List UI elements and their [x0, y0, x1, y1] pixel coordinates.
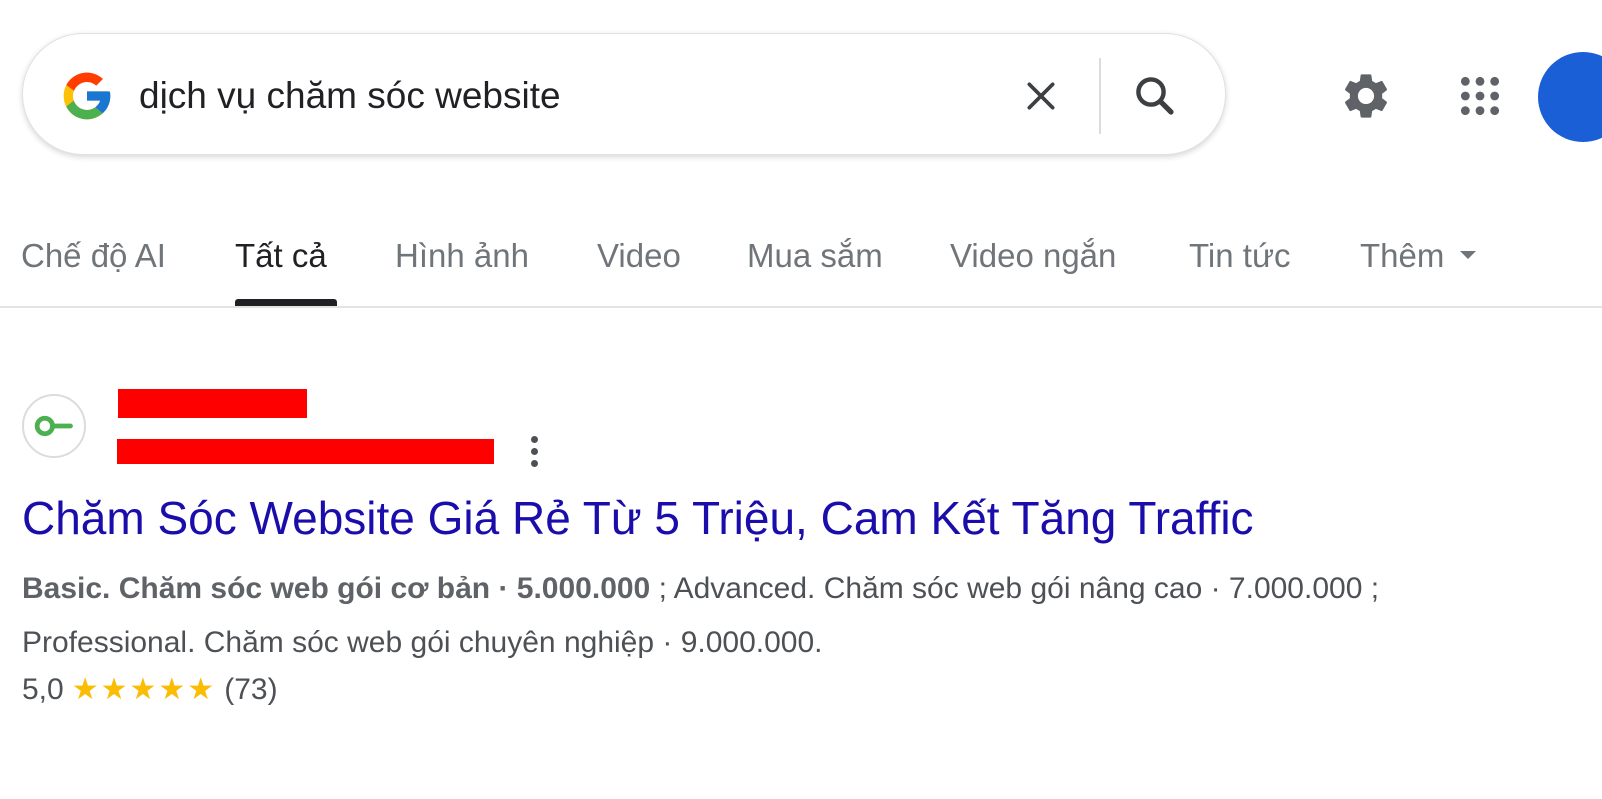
- result-options-button[interactable]: [522, 432, 546, 470]
- gear-icon: [1344, 74, 1388, 118]
- settings-button[interactable]: [1336, 66, 1396, 126]
- tab-shopping[interactable]: Mua sắm: [747, 234, 883, 278]
- snippet-line-2: Professional. Chăm sóc web gói chuyên ng…: [22, 626, 823, 659]
- rating-value: 5,0: [22, 673, 64, 706]
- tab-short-videos[interactable]: Video ngắn: [950, 234, 1116, 278]
- google-g-icon: [63, 72, 111, 120]
- search-divider: [1099, 58, 1101, 134]
- rating-stars: ★★★★★: [71, 672, 217, 707]
- search-icon: [1136, 77, 1174, 115]
- more-vert-dot: [530, 459, 538, 467]
- tab-images[interactable]: Hình ảnh: [395, 234, 529, 278]
- search-button[interactable]: [1127, 68, 1183, 124]
- tab-videos[interactable]: Video: [597, 234, 681, 278]
- redacted-site-name: [118, 389, 307, 418]
- close-icon: [1027, 82, 1055, 110]
- key-icon: [34, 415, 73, 437]
- snippet-text: ; Advanced. Chăm sóc web gói nâng cao · …: [650, 572, 1380, 605]
- site-favicon[interactable]: [22, 394, 86, 458]
- result-rating: 5,0 ★★★★★ (73): [22, 668, 278, 712]
- redacted-site-url: [117, 439, 494, 464]
- search-input[interactable]: dịch vụ chăm sóc website: [139, 68, 561, 124]
- tab-more-label: Thêm: [1360, 237, 1445, 274]
- result-snippet: Basic. Chăm sóc web gói cơ bản · 5.000.0…: [22, 562, 1602, 670]
- account-avatar[interactable]: [1538, 52, 1602, 142]
- tab-news[interactable]: Tin tức: [1189, 234, 1291, 278]
- tab-more[interactable]: Thêm: [1360, 234, 1477, 278]
- clear-search-button[interactable]: [1013, 68, 1069, 124]
- rating-count: (73): [224, 673, 278, 706]
- search-bar[interactable]: dịch vụ chăm sóc website: [22, 33, 1226, 155]
- apps-button[interactable]: [1450, 66, 1510, 126]
- tab-ai-mode[interactable]: Chế độ AI: [21, 234, 166, 278]
- more-vert-dot: [530, 447, 538, 455]
- apps-grid-icon: [1460, 76, 1500, 116]
- result-title-link[interactable]: Chăm Sóc Website Giá Rẻ Từ 5 Triệu, Cam …: [22, 490, 1254, 546]
- active-tab-indicator: [235, 299, 337, 306]
- snippet-line-1: Basic. Chăm sóc web gói cơ bản · 5.000.0…: [22, 562, 1602, 616]
- chevron-down-icon: [1460, 251, 1477, 260]
- tab-all[interactable]: Tất cả: [235, 234, 327, 278]
- more-vert-icon: [530, 435, 538, 443]
- tabs-divider: [0, 306, 1602, 308]
- snippet-highlight: Basic. Chăm sóc web gói cơ bản · 5.000.0…: [22, 572, 651, 605]
- search-results-page: dịch vụ chăm sóc website Chế độ AI Tất c…: [0, 0, 1602, 799]
